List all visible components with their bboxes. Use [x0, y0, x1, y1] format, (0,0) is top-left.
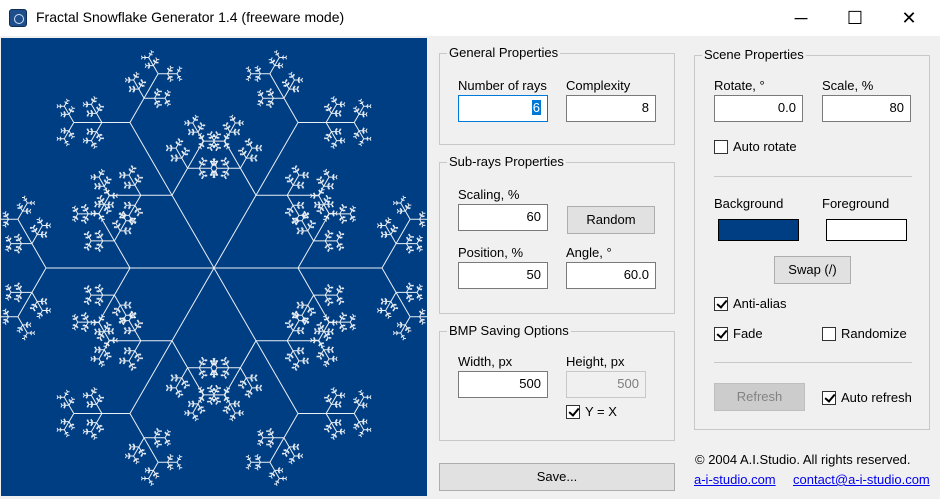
rotate-field[interactable]: 0.0 — [714, 95, 803, 122]
checkbox-unchecked-icon — [822, 326, 836, 341]
checkbox-checked-icon — [822, 390, 836, 405]
width-label: Width, px — [458, 354, 513, 369]
angle-label: Angle, ° — [566, 245, 612, 260]
auto-refresh-checkbox[interactable]: Auto refresh — [822, 390, 912, 405]
group-title: General Properties — [447, 45, 561, 60]
maximize-button[interactable]: ☐ — [832, 0, 878, 36]
rays-value: 6 — [531, 100, 541, 115]
refresh-button[interactable]: Refresh — [714, 383, 805, 411]
scaling-label: Scaling, % — [458, 187, 520, 202]
scaling-field[interactable]: 60 — [458, 204, 548, 231]
yx-label: Y = X — [585, 404, 617, 419]
group-title: Sub-rays Properties — [447, 154, 566, 169]
yx-checkbox[interactable]: Y = X — [566, 404, 617, 419]
subrays-properties-group: Sub-rays Properties — [439, 154, 675, 314]
window-title: Fractal Snowflake Generator 1.4 (freewar… — [36, 9, 345, 25]
auto-rotate-checkbox[interactable]: Auto rotate — [714, 139, 797, 154]
randomize-label: Randomize — [841, 326, 907, 341]
copyright-text: © 2004 A.I.Studio. All rights reserved. — [695, 452, 911, 467]
maximize-icon: ☐ — [846, 7, 864, 28]
minimize-button[interactable]: ─ — [778, 0, 824, 36]
email-link[interactable]: contact@a-i-studio.com — [793, 472, 930, 487]
snowflake-branches — [1, 49, 427, 487]
width-field[interactable]: 500 — [458, 371, 548, 398]
height-field[interactable]: 500 — [566, 371, 646, 398]
rotate-label: Rotate, ° — [714, 78, 765, 93]
separator — [714, 362, 912, 363]
foreground-color-swatch[interactable] — [826, 219, 907, 241]
close-button[interactable]: ✕ — [886, 0, 932, 36]
angle-field[interactable]: 60.0 — [566, 262, 656, 289]
auto-rotate-label: Auto rotate — [733, 139, 797, 154]
group-title: Scene Properties — [702, 47, 806, 62]
complexity-label: Complexity — [566, 78, 631, 93]
fractal-canvas — [1, 38, 427, 496]
background-color-swatch[interactable] — [718, 219, 799, 241]
scale-field[interactable]: 80 — [822, 95, 911, 122]
position-field[interactable]: 50 — [458, 262, 548, 289]
snowflake-drawing — [1, 49, 427, 487]
rays-label: Number of rays — [458, 78, 547, 93]
fade-label: Fade — [733, 326, 763, 341]
checkbox-unchecked-icon — [714, 139, 728, 154]
fade-checkbox[interactable]: Fade — [714, 326, 763, 341]
antialias-checkbox[interactable]: Anti-alias — [714, 296, 786, 311]
website-link[interactable]: a-i-studio.com — [694, 472, 776, 487]
checkbox-checked-icon — [714, 296, 728, 311]
snowflake-app-icon[interactable] — [9, 9, 27, 27]
randomize-checkbox[interactable]: Randomize — [822, 326, 907, 341]
checkbox-checked-icon — [566, 404, 580, 419]
position-label: Position, % — [458, 245, 524, 260]
minimize-icon: ─ — [794, 7, 808, 28]
foreground-label: Foreground — [822, 196, 890, 211]
title-bar: Fractal Snowflake Generator 1.4 (freewar… — [0, 0, 940, 36]
complexity-field[interactable]: 8 — [566, 95, 656, 122]
height-label: Height, px — [566, 354, 625, 369]
auto-refresh-label: Auto refresh — [841, 390, 912, 405]
group-title: BMP Saving Options — [447, 323, 571, 338]
scale-label: Scale, % — [822, 78, 874, 93]
background-label: Background — [714, 196, 784, 211]
checkbox-checked-icon — [714, 326, 728, 341]
save-button[interactable]: Save... — [439, 463, 675, 491]
antialias-label: Anti-alias — [733, 296, 787, 311]
close-icon: ✕ — [901, 7, 917, 28]
random-button[interactable]: Random — [567, 206, 655, 234]
rays-field[interactable]: 6 — [458, 95, 548, 122]
separator — [714, 176, 912, 177]
swap-button[interactable]: Swap (/) — [774, 256, 851, 284]
